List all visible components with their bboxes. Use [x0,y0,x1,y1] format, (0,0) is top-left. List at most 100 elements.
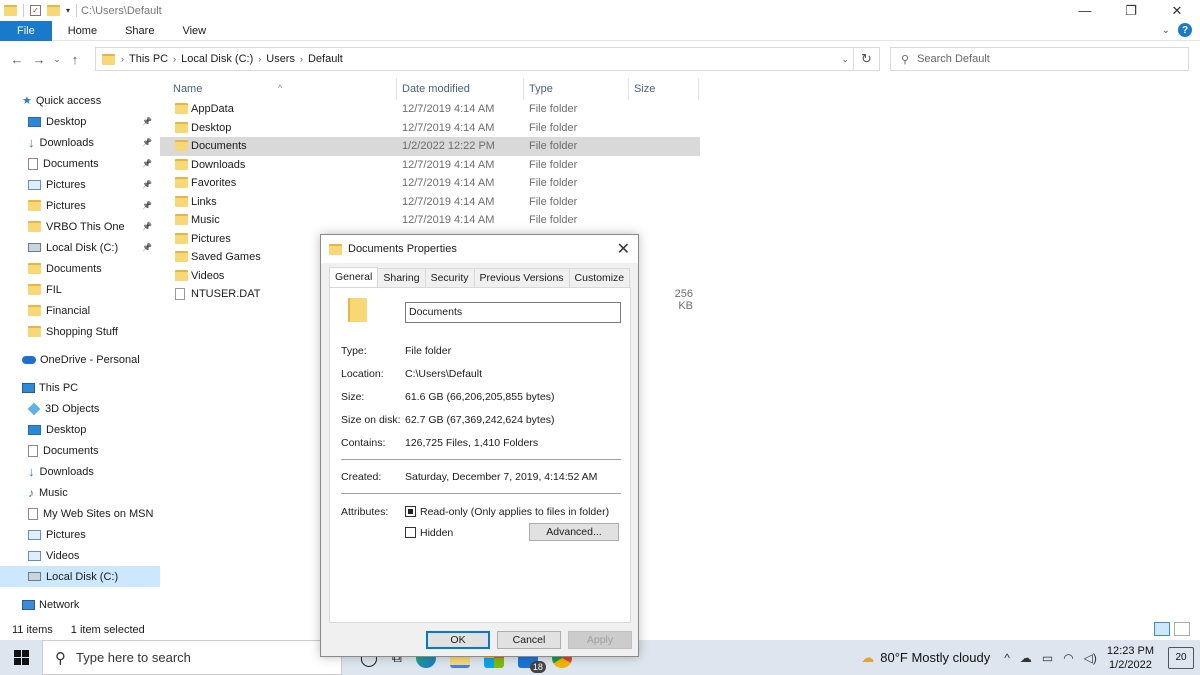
pin-icon[interactable]: 📌 [142,138,152,147]
nav-network[interactable]: Network [0,594,160,615]
cell-name: Links [191,195,217,208]
table-row[interactable]: Links 12/7/2019 4:14 AM File folder [160,193,700,212]
column-name[interactable]: Name [173,83,202,95]
column-type[interactable]: Type [529,83,553,95]
tab-customize[interactable]: Customize [568,268,631,287]
large-icons-view-icon[interactable] [1174,622,1190,636]
taskbar-search[interactable]: ⚲ Type here to search [42,640,342,675]
nav-item[interactable]: Documents 📌 [0,153,160,174]
downloads-icon: ↓ [28,464,35,479]
hidden-checkbox[interactable] [405,527,416,538]
nav-item[interactable]: Shopping Stuff [0,321,160,342]
drive-icon [28,243,41,252]
tab-home[interactable]: Home [52,21,111,41]
close-window-button[interactable]: ✕ [1154,0,1200,21]
customize-toolbar-icon[interactable]: ▾ [66,6,70,15]
breadcrumb-default[interactable]: Default [308,53,343,65]
network-tray-icon[interactable]: ☁ [1020,651,1032,665]
tab-share[interactable]: Share [111,21,168,41]
nav-item[interactable]: VRBO This One 📌 [0,216,160,237]
back-button[interactable]: ← [6,52,28,67]
pin-icon[interactable]: 📌 [142,243,152,252]
clock[interactable]: 12:23 PM 1/2/2022 [1107,644,1154,672]
tab-file[interactable]: File [0,20,52,41]
table-row[interactable]: Desktop 12/7/2019 4:14 AM File folder [160,119,700,138]
tab-sharing[interactable]: Sharing [377,268,426,287]
tab-general[interactable]: General [329,267,379,287]
help-icon[interactable]: ? [1178,23,1192,37]
nav-item[interactable]: Desktop [0,419,160,440]
apply-button[interactable]: Apply [568,631,632,649]
table-row[interactable]: Downloads 12/7/2019 4:14 AM File folder [160,156,700,175]
column-size[interactable]: Size [634,83,655,95]
pin-icon[interactable]: 📌 [142,180,152,189]
folder-name-field[interactable]: Documents [405,302,621,323]
advanced-button[interactable]: Advanced... [529,523,619,541]
recent-locations-icon[interactable]: ⌄ [50,54,64,65]
folder-icon [28,200,41,211]
forward-button[interactable]: → [28,52,50,67]
folder-icon [175,232,188,244]
wifi-icon[interactable]: ◠ [1063,651,1073,665]
general-panel: Documents Type: File folder Location: C:… [329,287,631,623]
details-view-icon[interactable] [1154,622,1170,636]
chevron-down-icon[interactable]: ⌄ [841,54,849,65]
nav-onedrive[interactable]: OneDrive - Personal [0,349,160,370]
table-row[interactable]: Favorites 12/7/2019 4:14 AM File folder [160,174,700,193]
up-button[interactable]: ↑ [64,52,86,67]
show-hidden-icons-icon[interactable]: ^ [1004,651,1010,665]
location-value: C:\Users\Default [405,368,483,380]
nav-item[interactable]: Local Disk (C:) [0,566,160,587]
nav-this-pc[interactable]: This PC [0,377,160,398]
nav-item[interactable]: Documents [0,258,160,279]
address-bar[interactable]: › This PC › Local Disk (C:) › Users › De… [95,47,880,71]
table-row[interactable]: Documents 1/2/2022 12:22 PM File folder [160,137,700,156]
nav-item[interactable]: Pictures [0,524,160,545]
ok-button[interactable]: OK [426,631,490,649]
pin-icon[interactable]: 📌 [142,201,152,210]
column-date-modified[interactable]: Date modified [402,83,470,95]
search-box[interactable]: ⚲ Search Default [890,47,1189,71]
nav-item[interactable]: FIL [0,279,160,300]
nav-item[interactable]: My Web Sites on MSN [0,503,160,524]
readonly-checkbox[interactable] [405,506,416,517]
battery-icon[interactable]: ▭ [1042,651,1053,665]
cancel-button[interactable]: Cancel [497,631,561,649]
table-row[interactable]: Music 12/7/2019 4:14 AM File folder [160,211,700,230]
volume-icon[interactable]: ◁) [1084,651,1097,665]
close-icon[interactable]: ✕ [617,239,630,259]
properties-icon[interactable]: ✓ [30,5,41,16]
nav-item[interactable]: Videos [0,545,160,566]
nav-item-label: Documents [43,157,99,170]
nav-item[interactable]: Pictures 📌 [0,195,160,216]
pin-icon[interactable]: 📌 [142,222,152,231]
maximize-button[interactable]: ❐ [1108,0,1154,21]
nav-quick-access[interactable]: ★ Quick access [0,90,160,111]
breadcrumb-local-disk[interactable]: Local Disk (C:) [181,53,253,65]
pin-icon[interactable]: 📌 [142,159,152,168]
tab-previous-versions[interactable]: Previous Versions [473,268,570,287]
breadcrumb-this-pc[interactable]: This PC [129,53,168,65]
nav-item[interactable]: ↓ Downloads [0,461,160,482]
nav-item[interactable]: Documents [0,440,160,461]
tab-view[interactable]: View [168,21,220,41]
breadcrumb-users[interactable]: Users [266,53,295,65]
minimize-button[interactable]: — [1062,0,1108,21]
nav-item[interactable]: Desktop 📌 [0,111,160,132]
expand-ribbon-icon[interactable]: ⌄ [1162,25,1170,36]
tab-security[interactable]: Security [424,268,475,287]
table-row[interactable]: AppData 12/7/2019 4:14 AM File folder [160,100,700,119]
nav-item[interactable]: ♪ Music [0,482,160,503]
refresh-button[interactable]: ↻ [853,48,879,70]
new-folder-icon[interactable] [47,5,60,16]
nav-item[interactable]: 3D Objects [0,398,160,419]
nav-item[interactable]: Local Disk (C:) 📌 [0,237,160,258]
start-button[interactable] [0,640,42,675]
nav-item[interactable]: Pictures 📌 [0,174,160,195]
weather-widget[interactable]: ☁ 80°F Mostly cloudy [861,650,990,666]
nav-item[interactable]: ↓ Downloads 📌 [0,132,160,153]
size-on-disk-value: 62.7 GB (67,369,242,624 bytes) [405,414,555,426]
notifications-button[interactable]: 20 [1168,646,1194,669]
pin-icon[interactable]: 📌 [142,117,152,126]
nav-item[interactable]: Financial [0,300,160,321]
